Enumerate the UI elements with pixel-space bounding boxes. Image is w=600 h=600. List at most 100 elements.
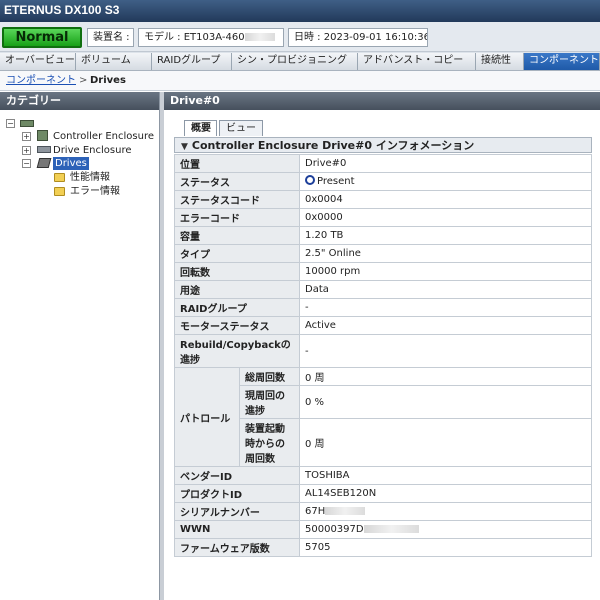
table-row: 回転数 10000 rpm [174, 262, 592, 281]
row-sublabel: 装置起動時からの周回数 [239, 418, 300, 467]
breadcrumb-link-component[interactable]: コンポーネント [6, 71, 76, 91]
breadcrumb-separator: > [79, 75, 88, 86]
collapse-triangle-icon[interactable]: ▼ [181, 142, 188, 152]
row-sublabel: 総周回数 [239, 367, 300, 386]
serial-value: 67H [305, 506, 326, 517]
tree-item-performance[interactable]: 性能情報 [54, 171, 154, 184]
table-row: ステータス Present [174, 172, 592, 191]
row-label: ファームウェア版数 [174, 538, 300, 557]
row-label: 用途 [174, 280, 300, 299]
table-row: 位置 Drive#0 [174, 154, 592, 173]
section-title: Controller Enclosure Drive#0 インフォメーション [191, 139, 475, 152]
model-label: モデル : ET103A-460 [138, 28, 284, 47]
redacted-mask [244, 33, 275, 41]
row-label: プロダクトID [174, 484, 300, 503]
row-label: 容量 [174, 226, 300, 245]
detail-panel: Drive#0 概要 ビュー ▼ Controller Enclosure Dri… [164, 92, 600, 600]
row-value: 50000397D [299, 520, 592, 539]
tab-advanced-copy[interactable]: アドバンスト・コピー [358, 53, 476, 70]
row-label: Rebuild/Copybackの進捗 [174, 334, 300, 368]
tab-overview[interactable]: オーバービュー [0, 53, 76, 70]
wwn-value: 50000397D [305, 524, 364, 535]
device-name-label: 装置名 : [87, 28, 134, 47]
expand-icon[interactable]: + [22, 132, 31, 141]
tab-raid-group[interactable]: RAIDグループ [152, 53, 232, 70]
drive-icon [36, 158, 52, 168]
detail-panel-title: Drive#0 [164, 92, 600, 110]
collapse-icon[interactable]: − [22, 159, 31, 168]
tree-item-controller-enclosure[interactable]: + Controller Enclosure [22, 130, 158, 143]
table-row: RAIDグループ - [174, 298, 592, 317]
collapse-icon[interactable]: − [6, 119, 15, 128]
folder-icon [54, 187, 65, 196]
status-value: Present [317, 176, 355, 187]
datetime-label: 日時 : 2023-09-01 16:10:36 [288, 28, 428, 47]
row-value: 5705 [299, 538, 592, 557]
tree-item-errors[interactable]: エラー情報 [54, 185, 154, 198]
main-nav: オーバービュー ボリューム RAIDグループ シン・プロビジョニング アドバンス… [0, 52, 600, 71]
category-panel: カテゴリー − + Controller Enclosure + Drive E… [0, 92, 160, 600]
row-value: - [299, 298, 592, 317]
table-row: タイプ 2.5" Online [174, 244, 592, 263]
row-value: 0x0004 [299, 190, 592, 209]
row-sublabel: 現周回の進捗 [239, 385, 300, 419]
table-row: シリアルナンバー 67H [174, 502, 592, 521]
row-value: - [299, 334, 592, 368]
tab-connectivity[interactable]: 接続性 [476, 53, 524, 70]
row-label: エラーコード [174, 208, 300, 227]
row-label: タイプ [174, 244, 300, 263]
row-value: 67H [299, 502, 592, 521]
model-text: モデル : ET103A-460 [144, 32, 245, 43]
drive-info-table: 位置 Drive#0 ステータス Present ステータスコード 0x0004… [174, 154, 592, 557]
tree-item-drive-enclosure[interactable]: + Drive Enclosure [22, 144, 158, 157]
row-label: モーターステータス [174, 316, 300, 335]
drive-enclosure-icon [37, 146, 51, 153]
present-status-icon [305, 175, 315, 185]
table-row: WWN 50000397D [174, 520, 592, 539]
row-label: パトロール [174, 367, 240, 467]
status-bar: Normal 装置名 : モデル : ET103A-460 日時 : 2023-… [0, 22, 600, 52]
category-panel-title: カテゴリー [0, 92, 159, 110]
row-label: シリアルナンバー [174, 502, 300, 521]
row-value: 0x0000 [299, 208, 592, 227]
row-label: RAIDグループ [174, 298, 300, 317]
table-row: ファームウェア版数 5705 [174, 538, 592, 557]
section-header[interactable]: ▼ Controller Enclosure Drive#0 インフォメーション [174, 137, 592, 153]
tree-label-drives: Drives [53, 157, 89, 170]
tab-view[interactable]: ビュー [219, 120, 263, 136]
tab-volume[interactable]: ボリューム [76, 53, 152, 70]
breadcrumb-current: Drives [90, 75, 126, 86]
row-value: TOSHIBA [299, 466, 592, 485]
table-row: 容量 1.20 TB [174, 226, 592, 245]
tab-summary[interactable]: 概要 [184, 120, 217, 136]
tab-component[interactable]: コンポーネント [524, 53, 600, 70]
controller-enclosure-icon [37, 130, 48, 141]
table-row: 用途 Data [174, 280, 592, 299]
row-value: Drive#0 [299, 154, 592, 173]
row-value: Present [299, 172, 592, 191]
row-value: Active [299, 316, 592, 335]
redacted-mask [325, 507, 366, 515]
row-value: AL14SEB120N [299, 484, 592, 503]
system-status-button[interactable]: Normal [2, 27, 82, 48]
tree-item-drives[interactable]: − Drives [22, 157, 158, 170]
table-row: プロダクトID AL14SEB120N [174, 484, 592, 503]
table-row: エラーコード 0x0000 [174, 208, 592, 227]
row-label: ベンダーID [174, 466, 300, 485]
row-label: 位置 [174, 154, 300, 173]
row-value: Data [299, 280, 592, 299]
tree-label-errors: エラー情報 [70, 186, 120, 197]
table-row: ステータスコード 0x0004 [174, 190, 592, 209]
folder-icon [54, 173, 65, 182]
expand-icon[interactable]: + [22, 146, 31, 155]
row-label: ステータスコード [174, 190, 300, 209]
row-label: WWN [174, 520, 300, 539]
row-value: 0 % [299, 385, 592, 419]
row-label: 回転数 [174, 262, 300, 281]
row-value: 2.5" Online [299, 244, 592, 263]
table-row: ベンダーID TOSHIBA [174, 466, 592, 485]
breadcrumb: コンポーネント > Drives [0, 71, 600, 91]
tree-label-controller-enclosure: Controller Enclosure [53, 131, 155, 142]
row-value: 10000 rpm [299, 262, 592, 281]
tab-thin-provisioning[interactable]: シン・プロビジョニング [232, 53, 358, 70]
